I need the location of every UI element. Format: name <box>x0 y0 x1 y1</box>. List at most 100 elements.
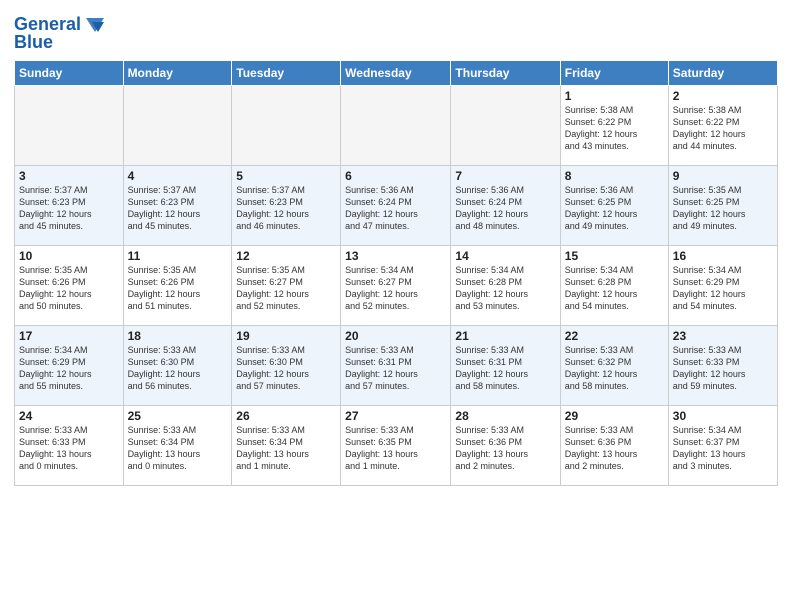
day-info: Sunrise: 5:38 AM Sunset: 6:22 PM Dayligh… <box>565 104 664 153</box>
page-container: General Blue SundayMondayTuesdayWednesda… <box>0 0 792 612</box>
calendar-cell <box>15 86 124 166</box>
calendar-cell: 6Sunrise: 5:36 AM Sunset: 6:24 PM Daylig… <box>341 166 451 246</box>
svg-text:Blue: Blue <box>14 32 53 52</box>
calendar-cell <box>123 86 232 166</box>
day-info: Sunrise: 5:33 AM Sunset: 6:32 PM Dayligh… <box>565 344 664 393</box>
day-info: Sunrise: 5:38 AM Sunset: 6:22 PM Dayligh… <box>673 104 773 153</box>
calendar-cell: 3Sunrise: 5:37 AM Sunset: 6:23 PM Daylig… <box>15 166 124 246</box>
day-number: 20 <box>345 329 446 343</box>
day-info: Sunrise: 5:35 AM Sunset: 6:26 PM Dayligh… <box>128 264 228 313</box>
svg-text:General: General <box>14 14 81 34</box>
day-number: 22 <box>565 329 664 343</box>
day-info: Sunrise: 5:33 AM Sunset: 6:34 PM Dayligh… <box>236 424 336 473</box>
day-info: Sunrise: 5:37 AM Sunset: 6:23 PM Dayligh… <box>19 184 119 233</box>
day-info: Sunrise: 5:33 AM Sunset: 6:34 PM Dayligh… <box>128 424 228 473</box>
col-header-monday: Monday <box>123 61 232 86</box>
day-info: Sunrise: 5:33 AM Sunset: 6:33 PM Dayligh… <box>19 424 119 473</box>
day-info: Sunrise: 5:33 AM Sunset: 6:30 PM Dayligh… <box>236 344 336 393</box>
day-number: 27 <box>345 409 446 423</box>
calendar-cell: 28Sunrise: 5:33 AM Sunset: 6:36 PM Dayli… <box>451 406 560 486</box>
calendar-cell: 7Sunrise: 5:36 AM Sunset: 6:24 PM Daylig… <box>451 166 560 246</box>
day-number: 26 <box>236 409 336 423</box>
calendar-cell: 29Sunrise: 5:33 AM Sunset: 6:36 PM Dayli… <box>560 406 668 486</box>
calendar-cell: 18Sunrise: 5:33 AM Sunset: 6:30 PM Dayli… <box>123 326 232 406</box>
col-header-sunday: Sunday <box>15 61 124 86</box>
calendar-cell: 21Sunrise: 5:33 AM Sunset: 6:31 PM Dayli… <box>451 326 560 406</box>
day-number: 15 <box>565 249 664 263</box>
day-info: Sunrise: 5:34 AM Sunset: 6:27 PM Dayligh… <box>345 264 446 313</box>
calendar-cell: 17Sunrise: 5:34 AM Sunset: 6:29 PM Dayli… <box>15 326 124 406</box>
day-number: 30 <box>673 409 773 423</box>
day-number: 9 <box>673 169 773 183</box>
day-info: Sunrise: 5:33 AM Sunset: 6:31 PM Dayligh… <box>455 344 555 393</box>
calendar-cell: 8Sunrise: 5:36 AM Sunset: 6:25 PM Daylig… <box>560 166 668 246</box>
day-number: 17 <box>19 329 119 343</box>
day-number: 6 <box>345 169 446 183</box>
calendar-cell: 15Sunrise: 5:34 AM Sunset: 6:28 PM Dayli… <box>560 246 668 326</box>
day-info: Sunrise: 5:34 AM Sunset: 6:28 PM Dayligh… <box>565 264 664 313</box>
calendar-cell: 14Sunrise: 5:34 AM Sunset: 6:28 PM Dayli… <box>451 246 560 326</box>
day-number: 3 <box>19 169 119 183</box>
calendar-cell: 22Sunrise: 5:33 AM Sunset: 6:32 PM Dayli… <box>560 326 668 406</box>
calendar-cell: 23Sunrise: 5:33 AM Sunset: 6:33 PM Dayli… <box>668 326 777 406</box>
calendar-cell: 10Sunrise: 5:35 AM Sunset: 6:26 PM Dayli… <box>15 246 124 326</box>
calendar-cell: 27Sunrise: 5:33 AM Sunset: 6:35 PM Dayli… <box>341 406 451 486</box>
day-info: Sunrise: 5:35 AM Sunset: 6:27 PM Dayligh… <box>236 264 336 313</box>
calendar-cell: 26Sunrise: 5:33 AM Sunset: 6:34 PM Dayli… <box>232 406 341 486</box>
calendar-cell: 5Sunrise: 5:37 AM Sunset: 6:23 PM Daylig… <box>232 166 341 246</box>
day-info: Sunrise: 5:35 AM Sunset: 6:25 PM Dayligh… <box>673 184 773 233</box>
calendar-week-2: 10Sunrise: 5:35 AM Sunset: 6:26 PM Dayli… <box>15 246 778 326</box>
calendar-cell: 30Sunrise: 5:34 AM Sunset: 6:37 PM Dayli… <box>668 406 777 486</box>
calendar-week-3: 17Sunrise: 5:34 AM Sunset: 6:29 PM Dayli… <box>15 326 778 406</box>
calendar-week-1: 3Sunrise: 5:37 AM Sunset: 6:23 PM Daylig… <box>15 166 778 246</box>
calendar-cell: 24Sunrise: 5:33 AM Sunset: 6:33 PM Dayli… <box>15 406 124 486</box>
day-number: 25 <box>128 409 228 423</box>
day-info: Sunrise: 5:33 AM Sunset: 6:30 PM Dayligh… <box>128 344 228 393</box>
calendar-cell: 9Sunrise: 5:35 AM Sunset: 6:25 PM Daylig… <box>668 166 777 246</box>
calendar-table: SundayMondayTuesdayWednesdayThursdayFrid… <box>14 60 778 486</box>
day-info: Sunrise: 5:34 AM Sunset: 6:28 PM Dayligh… <box>455 264 555 313</box>
col-header-friday: Friday <box>560 61 668 86</box>
day-number: 28 <box>455 409 555 423</box>
day-number: 29 <box>565 409 664 423</box>
day-number: 4 <box>128 169 228 183</box>
day-number: 21 <box>455 329 555 343</box>
day-info: Sunrise: 5:33 AM Sunset: 6:31 PM Dayligh… <box>345 344 446 393</box>
calendar-cell: 19Sunrise: 5:33 AM Sunset: 6:30 PM Dayli… <box>232 326 341 406</box>
day-number: 11 <box>128 249 228 263</box>
header: General Blue <box>14 10 778 54</box>
calendar-cell: 2Sunrise: 5:38 AM Sunset: 6:22 PM Daylig… <box>668 86 777 166</box>
day-number: 7 <box>455 169 555 183</box>
day-info: Sunrise: 5:33 AM Sunset: 6:33 PM Dayligh… <box>673 344 773 393</box>
day-number: 10 <box>19 249 119 263</box>
col-header-tuesday: Tuesday <box>232 61 341 86</box>
day-number: 13 <box>345 249 446 263</box>
logo: General Blue <box>14 10 104 54</box>
day-number: 1 <box>565 89 664 103</box>
calendar-cell: 25Sunrise: 5:33 AM Sunset: 6:34 PM Dayli… <box>123 406 232 486</box>
day-number: 24 <box>19 409 119 423</box>
col-header-saturday: Saturday <box>668 61 777 86</box>
calendar-cell: 11Sunrise: 5:35 AM Sunset: 6:26 PM Dayli… <box>123 246 232 326</box>
day-number: 23 <box>673 329 773 343</box>
day-info: Sunrise: 5:34 AM Sunset: 6:29 PM Dayligh… <box>19 344 119 393</box>
calendar-header-row: SundayMondayTuesdayWednesdayThursdayFrid… <box>15 61 778 86</box>
day-info: Sunrise: 5:35 AM Sunset: 6:26 PM Dayligh… <box>19 264 119 313</box>
day-number: 16 <box>673 249 773 263</box>
day-info: Sunrise: 5:37 AM Sunset: 6:23 PM Dayligh… <box>128 184 228 233</box>
col-header-wednesday: Wednesday <box>341 61 451 86</box>
calendar-cell <box>232 86 341 166</box>
calendar-cell: 20Sunrise: 5:33 AM Sunset: 6:31 PM Dayli… <box>341 326 451 406</box>
col-header-thursday: Thursday <box>451 61 560 86</box>
day-number: 18 <box>128 329 228 343</box>
day-number: 12 <box>236 249 336 263</box>
logo-svg: General Blue <box>14 10 104 54</box>
day-number: 8 <box>565 169 664 183</box>
calendar-cell: 12Sunrise: 5:35 AM Sunset: 6:27 PM Dayli… <box>232 246 341 326</box>
calendar-cell: 13Sunrise: 5:34 AM Sunset: 6:27 PM Dayli… <box>341 246 451 326</box>
calendar-cell <box>341 86 451 166</box>
calendar-cell: 16Sunrise: 5:34 AM Sunset: 6:29 PM Dayli… <box>668 246 777 326</box>
calendar-week-4: 24Sunrise: 5:33 AM Sunset: 6:33 PM Dayli… <box>15 406 778 486</box>
day-info: Sunrise: 5:33 AM Sunset: 6:35 PM Dayligh… <box>345 424 446 473</box>
day-info: Sunrise: 5:37 AM Sunset: 6:23 PM Dayligh… <box>236 184 336 233</box>
